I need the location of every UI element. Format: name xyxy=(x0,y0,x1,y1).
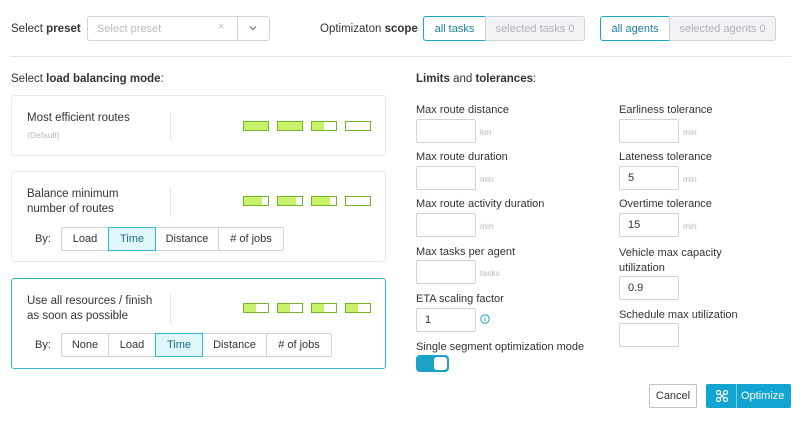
by-option-time[interactable]: Time xyxy=(108,227,156,251)
max-activity-duration-label: Max route activity duration xyxy=(416,198,545,210)
overtime-label: Overtime tolerance xyxy=(619,198,712,210)
level-bars xyxy=(243,121,371,131)
max-tasks-label: Max tasks per agent xyxy=(416,246,516,258)
unit-min: min xyxy=(683,174,697,184)
by-option-jobs[interactable]: # of jobs xyxy=(218,227,284,251)
level-bar-fill xyxy=(312,122,324,130)
earliness-label: Earliness tolerance xyxy=(619,104,713,116)
level-bar xyxy=(345,121,371,131)
scope-selected-agents[interactable]: selected agents 0 xyxy=(669,16,776,41)
max-activity-duration-input[interactable] xyxy=(416,213,476,237)
mode-card-all-resources[interactable]: Use all resources / finish as soon as pos… xyxy=(11,278,386,369)
unit-min: min xyxy=(683,221,697,231)
unit-min: min xyxy=(480,221,494,231)
vehicle-capacity-input[interactable]: 0.9 xyxy=(619,276,679,300)
mode-card-efficient[interactable]: Most efficient routes (Default) xyxy=(11,95,386,156)
level-bar-fill xyxy=(244,197,262,205)
level-bar xyxy=(311,121,337,131)
max-route-duration-label: Max route duration xyxy=(416,151,508,163)
level-bar xyxy=(243,196,269,206)
scope-label: Optimizaton scope xyxy=(320,23,418,35)
level-bar xyxy=(311,303,337,313)
unit-min: min xyxy=(683,127,697,137)
scope-selected-tasks[interactable]: selected tasks 0 xyxy=(485,16,585,41)
by-option-distance[interactable]: Distance xyxy=(155,227,219,251)
scope-all-tasks[interactable]: all tasks xyxy=(423,16,486,41)
by-option-jobs[interactable]: # of jobs xyxy=(266,333,332,357)
by-option-load[interactable]: Load xyxy=(61,227,109,251)
schedule-utilization-label: Schedule max utilization xyxy=(619,309,738,321)
max-route-distance-input[interactable] xyxy=(416,119,476,143)
by-label: By: xyxy=(35,233,51,245)
mode-title: Most efficient routes xyxy=(27,112,130,124)
single-segment-toggle[interactable] xyxy=(416,355,449,372)
card-separator xyxy=(170,294,171,324)
lateness-input[interactable]: 5 xyxy=(619,166,679,190)
preset-select[interactable]: Select preset × xyxy=(87,16,270,41)
level-bar-fill xyxy=(244,304,256,312)
limits-title: Limits and tolerances: xyxy=(416,73,537,85)
unit-km: km xyxy=(480,127,492,137)
unit-tasks: tasks xyxy=(480,268,500,278)
level-bar-fill xyxy=(278,197,296,205)
single-segment-label: Single segment optimization mode xyxy=(416,341,585,353)
overtime-input[interactable]: 15 xyxy=(619,213,679,237)
eta-scaling-input[interactable]: 1 xyxy=(416,308,476,332)
level-bar-fill xyxy=(346,304,358,312)
finish-by-group: None Load Time Distance # of jobs xyxy=(61,333,332,357)
schedule-utilization-input[interactable] xyxy=(619,323,679,347)
button-separator xyxy=(736,384,737,408)
lateness-label: Lateness tolerance xyxy=(619,151,712,163)
level-bar xyxy=(345,196,371,206)
preset-placeholder: Select preset xyxy=(97,23,162,35)
max-tasks-input[interactable] xyxy=(416,260,476,284)
balance-by-group: Load Time Distance # of jobs xyxy=(61,227,284,251)
optimize-label: Optimize xyxy=(741,390,785,402)
mode-subtitle: (Default) xyxy=(27,130,60,140)
mode-card-balance[interactable]: Balance minimum number of routes By: Load… xyxy=(11,171,386,262)
level-bar xyxy=(277,121,303,131)
level-bar xyxy=(345,303,371,313)
level-bars xyxy=(243,303,371,313)
level-bar xyxy=(311,196,337,206)
vehicle-capacity-label: Vehicle max capacity utilization xyxy=(619,247,722,274)
by-option-time[interactable]: Time xyxy=(155,333,203,357)
by-label: By: xyxy=(35,339,51,351)
by-option-none[interactable]: None xyxy=(61,333,109,357)
preset-label: Select preset xyxy=(11,23,81,35)
level-bar xyxy=(277,303,303,313)
level-bar xyxy=(277,196,303,206)
level-bar-fill xyxy=(278,304,290,312)
card-separator xyxy=(170,187,171,217)
info-icon[interactable] xyxy=(480,314,490,324)
by-option-load[interactable]: Load xyxy=(108,333,156,357)
clear-icon[interactable]: × xyxy=(218,21,224,33)
select-separator xyxy=(237,17,238,40)
unit-min: min xyxy=(480,174,494,184)
by-option-distance[interactable]: Distance xyxy=(202,333,267,357)
max-route-duration-input[interactable] xyxy=(416,166,476,190)
level-bar-fill xyxy=(312,304,324,312)
card-separator xyxy=(170,112,171,140)
max-route-distance-label: Max route distance xyxy=(416,104,509,116)
level-bar-fill xyxy=(312,197,330,205)
chevron-down-icon[interactable] xyxy=(248,23,258,33)
cancel-button[interactable]: Cancel xyxy=(649,384,697,408)
level-bar xyxy=(243,121,269,131)
mode-title: Balance minimum number of routes xyxy=(27,188,119,215)
balancing-title: Select load balancing mode: xyxy=(11,73,164,85)
mode-title: Use all resources / finish as soon as pos… xyxy=(27,295,153,322)
header-divider xyxy=(10,56,791,57)
level-bar xyxy=(243,303,269,313)
toggle-knob xyxy=(434,357,447,370)
earliness-input[interactable] xyxy=(619,119,679,143)
optimize-button[interactable]: Optimize xyxy=(706,384,791,408)
scope-all-agents[interactable]: all agents xyxy=(600,16,670,41)
eta-scaling-label: ETA scaling factor xyxy=(416,293,504,305)
level-bars xyxy=(243,196,371,206)
optimize-icon xyxy=(715,389,729,403)
